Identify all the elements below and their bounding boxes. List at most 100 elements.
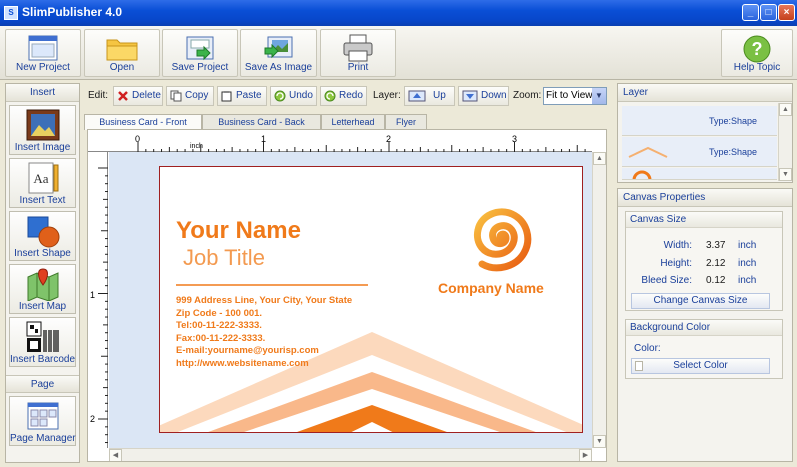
new-project-icon <box>28 35 58 61</box>
chevron-down-icon[interactable]: ▼ <box>592 88 606 104</box>
select-color-label: Select Color <box>673 360 728 371</box>
text-icon: Aa <box>28 162 58 194</box>
layer-scrollbar[interactable]: ▲ ▼ <box>778 103 792 181</box>
help-topic-button[interactable]: ? Help Topic <box>721 29 793 77</box>
undo-label: Undo <box>289 90 313 101</box>
select-color-button[interactable]: Select Color <box>631 358 770 374</box>
maximize-button[interactable]: □ <box>760 4 777 21</box>
insert-barcode-label: Insert Barcode <box>10 354 76 365</box>
svg-text:?: ? <box>752 39 763 59</box>
paste-icon <box>221 91 232 102</box>
ruler-label-0: 0 <box>135 134 141 144</box>
close-button[interactable]: × <box>778 4 795 21</box>
tab-flyer[interactable]: Flyer <box>385 114 427 129</box>
layer-spiral-thumbnail-icon <box>632 170 652 179</box>
layer-up-label: Up <box>433 90 446 101</box>
save-image-icon <box>264 36 292 59</box>
main-toolbar: New Project Open Save Project Save As Im… <box>0 26 797 80</box>
insert-shape-button[interactable]: Insert Shape <box>9 211 76 261</box>
printer-icon <box>343 34 373 62</box>
height-row: Height: 2.12 inch <box>626 258 784 273</box>
bleed-label: Bleed Size: <box>641 275 692 286</box>
ruler-unit: inch <box>190 143 203 150</box>
scroll-down-icon[interactable]: ▼ <box>593 435 606 448</box>
window-title: SlimPublisher 4.0 <box>22 5 123 19</box>
insert-map-button[interactable]: Insert Map <box>9 264 76 314</box>
layer-down-icon <box>462 90 478 102</box>
canvas-workspace[interactable]: Your Name Job Title 999 Address Line, Yo… <box>109 152 592 448</box>
horizontal-scrollbar[interactable]: ◀ ▶ <box>109 448 592 461</box>
save-as-image-button[interactable]: Save As Image <box>240 29 317 77</box>
delete-icon <box>118 91 128 101</box>
help-icon: ? <box>743 35 771 63</box>
delete-button[interactable]: Delete <box>113 86 163 106</box>
change-canvas-size-button[interactable]: Change Canvas Size <box>631 293 770 309</box>
redo-button[interactable]: Redo <box>320 86 367 106</box>
page-header: Page <box>6 375 79 393</box>
page-manager-button[interactable]: Page Manager <box>9 396 76 446</box>
delete-label: Delete <box>132 90 161 101</box>
scroll-right-icon[interactable]: ▶ <box>579 449 592 461</box>
width-value[interactable]: 3.37 <box>706 240 725 251</box>
insert-text-button[interactable]: Aa Insert Text <box>9 158 76 208</box>
open-label: Open <box>109 62 135 73</box>
save-project-label: Save Project <box>171 62 229 73</box>
card-company-name[interactable]: Company Name <box>438 280 544 296</box>
print-label: Print <box>347 62 369 73</box>
zoom-value: Fit to View <box>546 90 593 101</box>
insert-image-button[interactable]: Insert Image <box>9 105 76 155</box>
height-label: Height: <box>660 258 692 269</box>
tab-business-card-front[interactable]: Business Card - Front <box>84 114 202 130</box>
layer-up-button[interactable]: Up <box>404 86 455 106</box>
horizontal-ruler: 0 inch 1 2 3 <box>88 130 592 152</box>
scroll-left-icon[interactable]: ◀ <box>109 449 122 461</box>
redo-icon <box>324 90 336 102</box>
bleed-value[interactable]: 0.12 <box>706 275 725 286</box>
minimize-button[interactable]: _ <box>742 4 759 21</box>
height-value[interactable]: 2.12 <box>706 258 725 269</box>
layer-item[interactable]: Type:Shape <box>622 106 777 136</box>
layer-item-partial[interactable] <box>622 168 777 180</box>
tab-business-card-back[interactable]: Business Card - Back <box>202 114 321 129</box>
vruler-label-1: 1 <box>90 290 96 300</box>
paste-button[interactable]: Paste <box>217 86 267 106</box>
layer-label: Layer: <box>373 90 401 101</box>
spiral-logo-icon[interactable] <box>453 197 543 277</box>
card-name[interactable]: Your Name <box>176 217 301 245</box>
paste-label: Paste <box>236 90 262 101</box>
help-topic-label: Help Topic <box>733 62 781 73</box>
zoom-select[interactable]: Fit to View ▼ <box>543 87 607 105</box>
edit-toolbar: Edit: Delete Copy Paste Undo Redo Layer:… <box>84 85 610 107</box>
color-swatch <box>635 361 643 371</box>
layer-scroll-down-icon[interactable]: ▼ <box>779 168 792 181</box>
copy-button[interactable]: Copy <box>166 86 214 106</box>
layer-scroll-up-icon[interactable]: ▲ <box>779 103 792 116</box>
copy-label: Copy <box>185 90 209 101</box>
insert-text-label: Insert Text <box>19 195 66 206</box>
print-button[interactable]: Print <box>320 29 396 77</box>
layer-item[interactable]: Type:Shape <box>622 137 777 167</box>
scroll-up-icon[interactable]: ▲ <box>593 152 606 165</box>
save-project-button[interactable]: Save Project <box>162 29 238 77</box>
layer-down-button[interactable]: Down <box>458 86 509 106</box>
card-contact-block[interactable]: 999 Address Line, Your City, Your State … <box>176 295 352 370</box>
image-icon <box>26 109 59 141</box>
new-project-button[interactable]: New Project <box>5 29 81 77</box>
layer-thumbnail-icon <box>628 146 668 158</box>
page-manager-label: Page Manager <box>10 433 76 444</box>
width-row: Width: 3.37 inch <box>626 240 784 255</box>
tab-letterhead[interactable]: Letterhead <box>321 114 385 129</box>
card-address: 999 Address Line, Your City, Your State <box>176 295 353 306</box>
undo-button[interactable]: Undo <box>270 86 317 106</box>
business-card[interactable]: Your Name Job Title 999 Address Line, Yo… <box>159 166 583 433</box>
background-color-header: Background Color <box>626 320 782 336</box>
open-button[interactable]: Open <box>84 29 160 77</box>
card-job-title[interactable]: Job Title <box>183 245 265 271</box>
folder-icon <box>106 39 138 61</box>
width-unit: inch <box>738 240 757 251</box>
vertical-scrollbar[interactable]: ▲ ▼ <box>592 152 606 448</box>
insert-barcode-button[interactable]: Insert Barcode <box>9 317 76 367</box>
card-email: E-mail:yourname@yourisp.com <box>176 345 319 356</box>
layer-down-label: Down <box>481 90 507 101</box>
canvas-properties-panel: Canvas Properties Canvas Size Width: 3.3… <box>617 188 793 462</box>
